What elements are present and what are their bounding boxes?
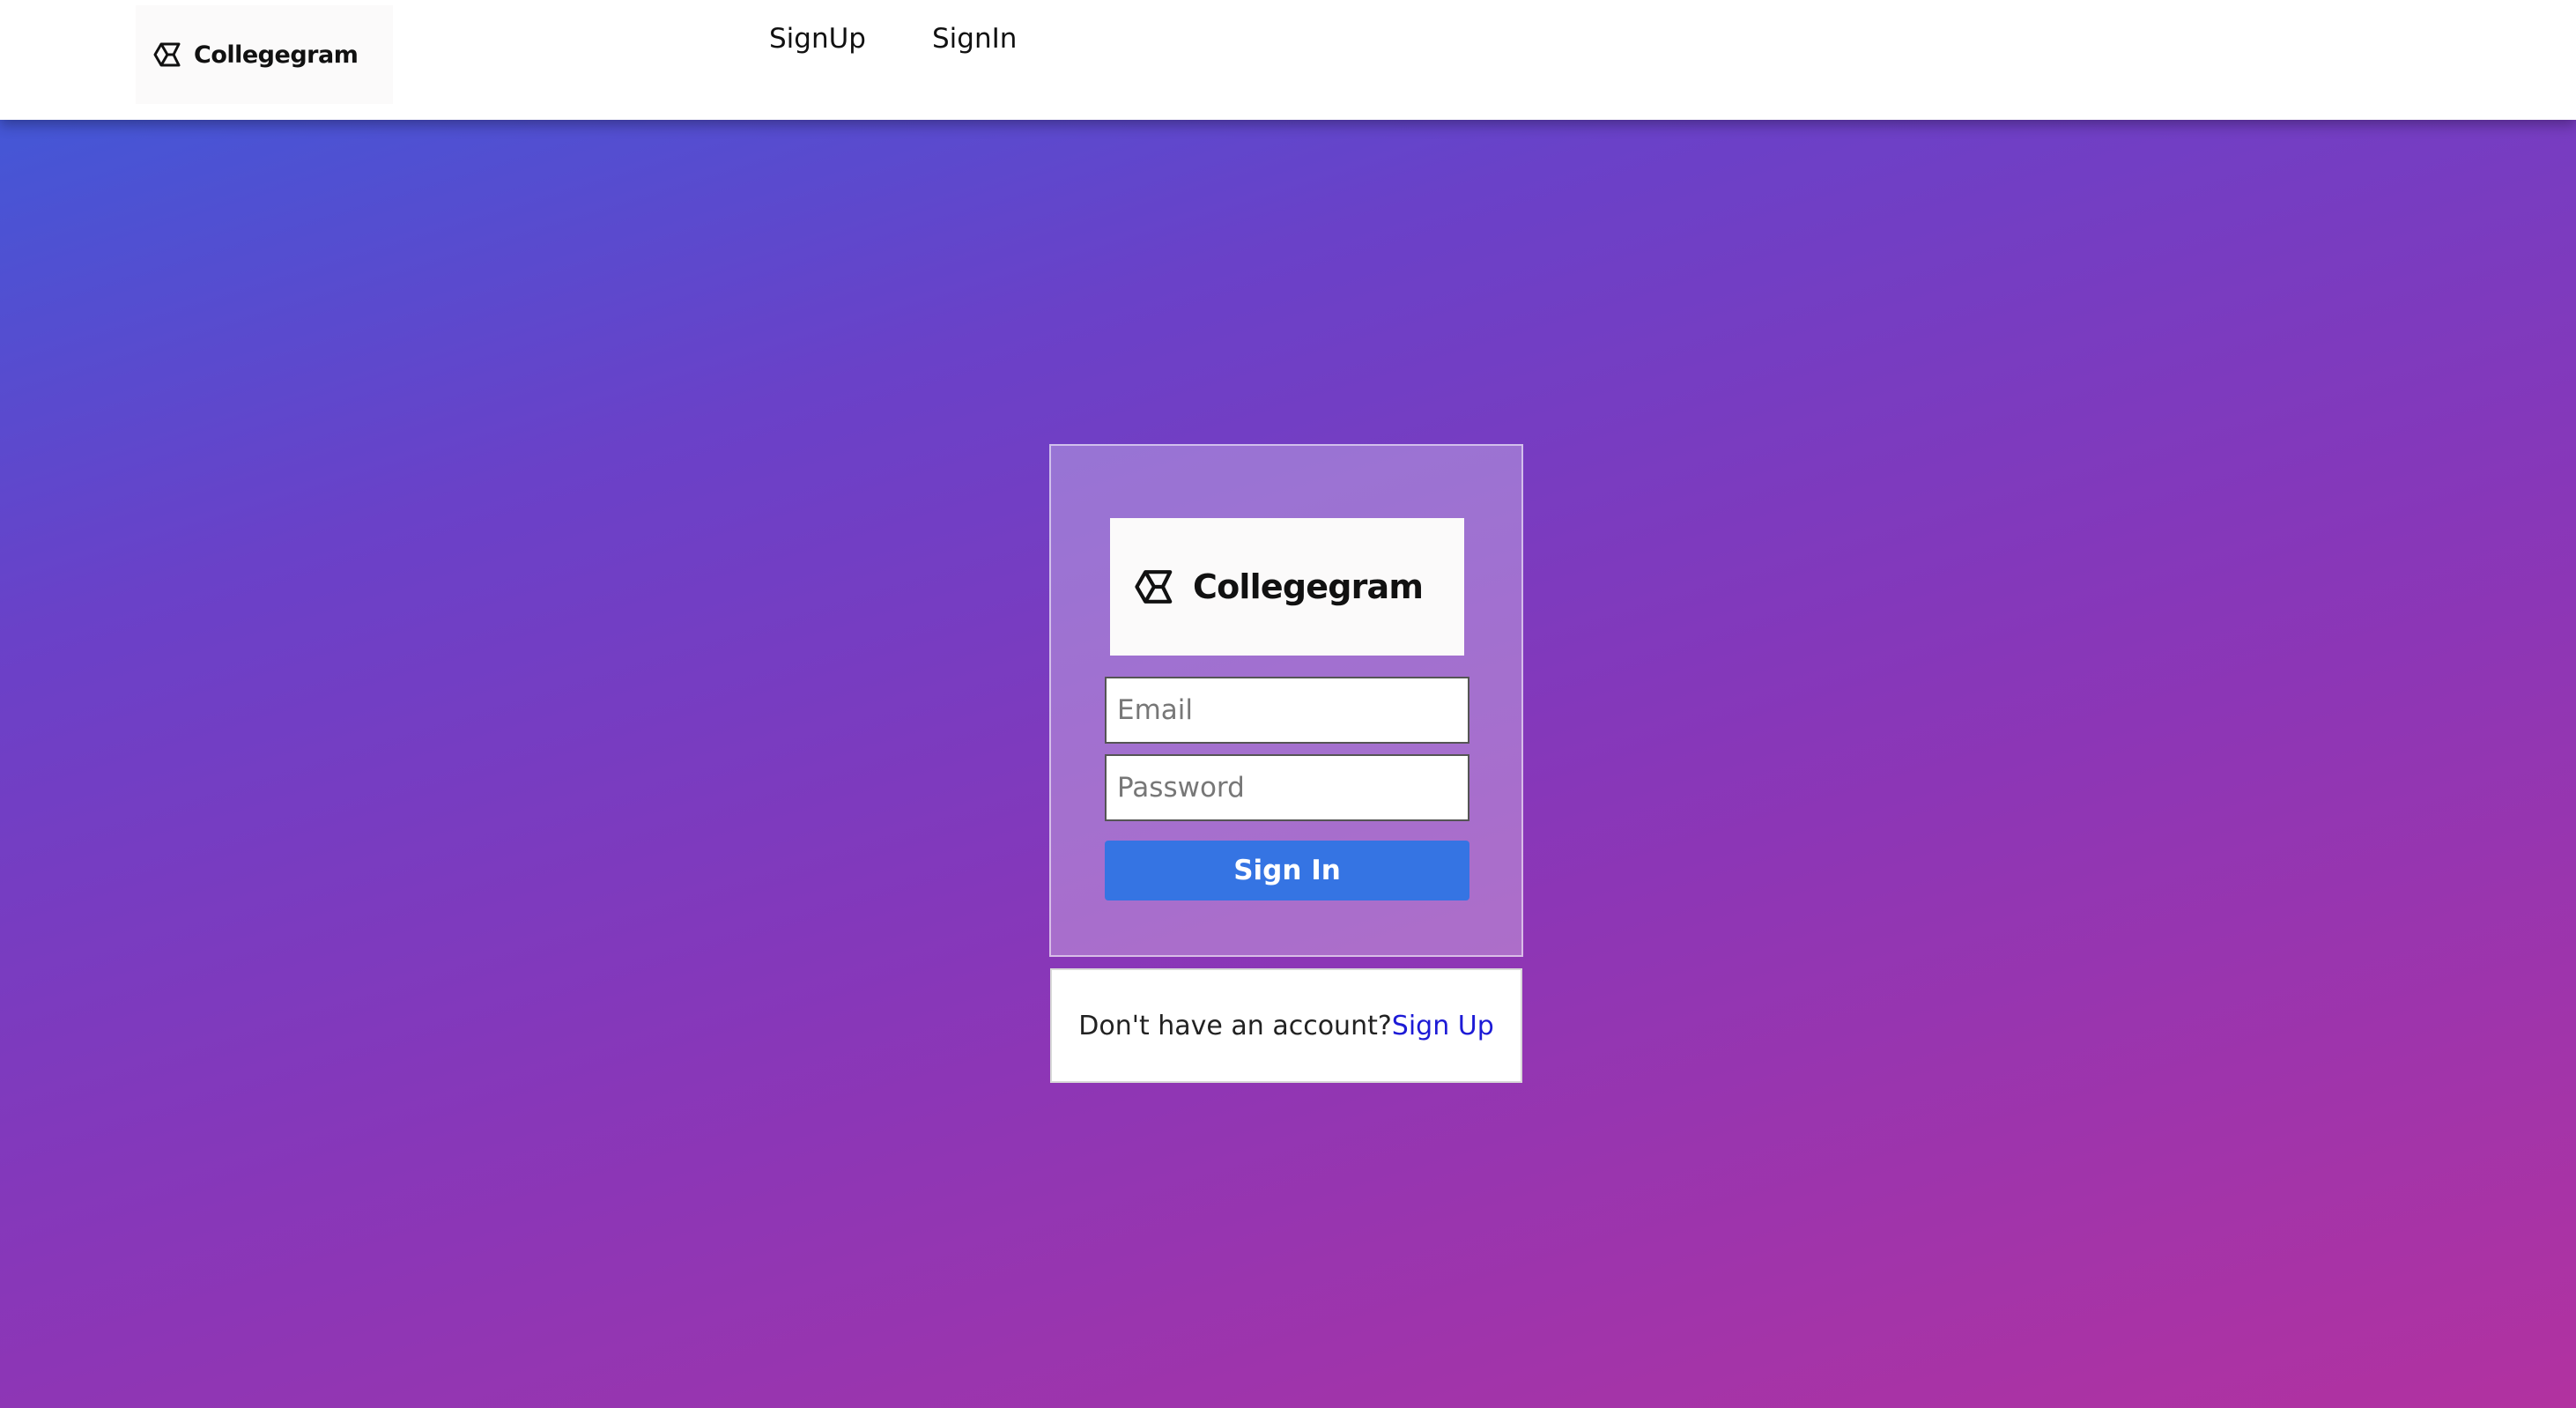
password-field[interactable] [1105, 754, 1469, 821]
collegegram-cube-icon [153, 42, 181, 67]
nav-signup-link[interactable]: SignUp [769, 23, 866, 55]
top-header: Collegegram SignUp SignIn [0, 0, 2576, 120]
header-logo-text: Collegegram [194, 41, 359, 69]
header-logo[interactable]: Collegegram [136, 5, 393, 104]
card-logo: Collegegram [1110, 518, 1464, 656]
signup-prompt-text: Don't have an account? [1078, 1010, 1392, 1041]
nav-signin-link[interactable]: SignIn [932, 23, 1017, 55]
signup-prompt-box: Don't have an account? Sign Up [1050, 968, 1522, 1083]
email-field[interactable] [1105, 677, 1469, 744]
collegegram-cube-icon [1135, 570, 1173, 604]
card-logo-text: Collegegram [1193, 567, 1424, 606]
signin-button[interactable]: Sign In [1105, 841, 1469, 900]
signup-link[interactable]: Sign Up [1392, 1011, 1494, 1041]
login-card: Collegegram Sign In [1049, 444, 1523, 957]
